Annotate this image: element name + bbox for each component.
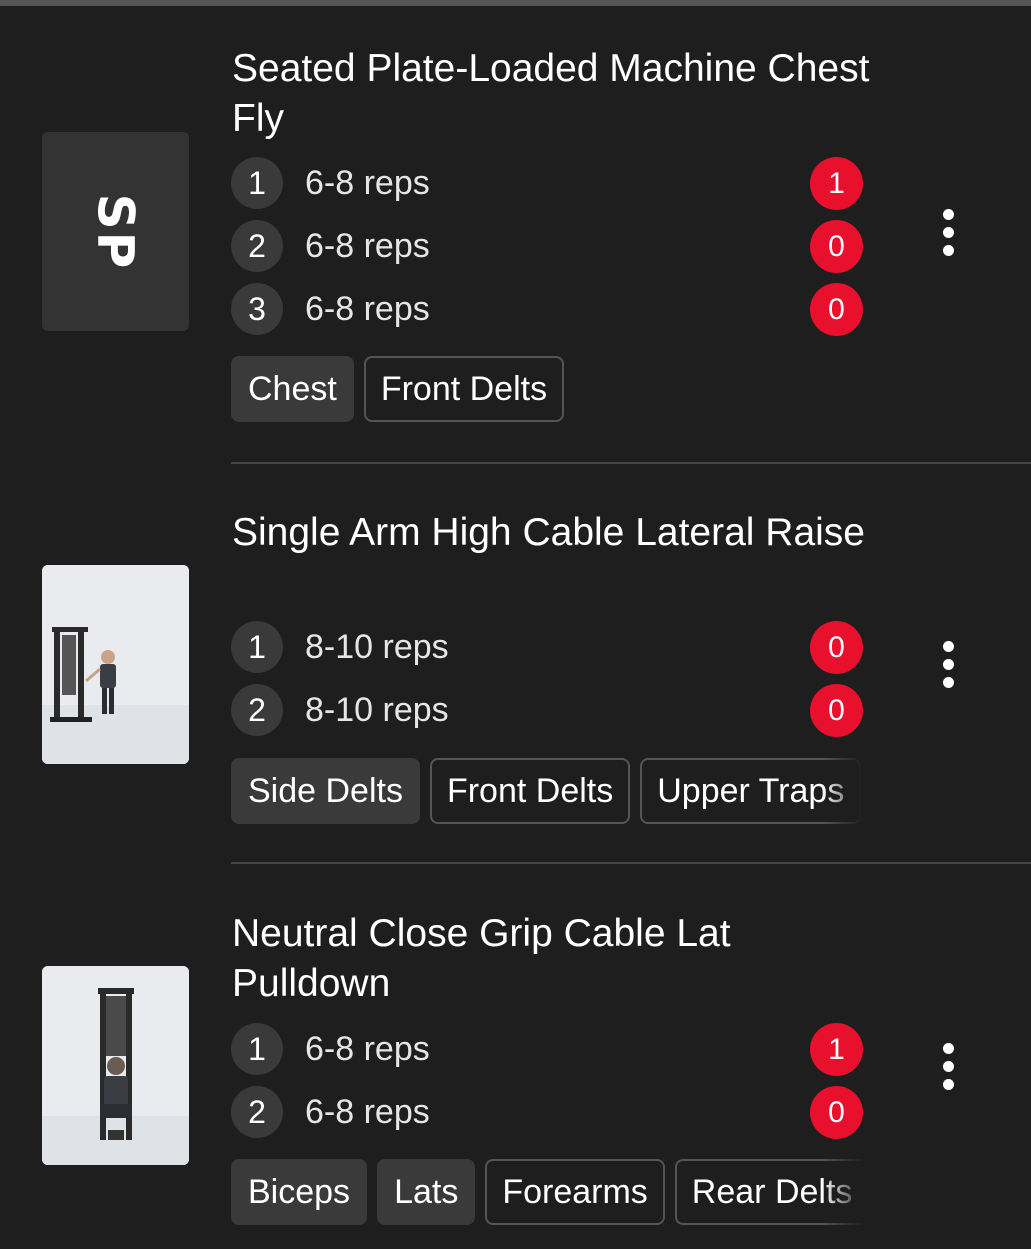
more-vertical-icon[interactable] — [926, 629, 970, 699]
set-reps: 6-8 reps — [305, 227, 430, 265]
set-number: 2 — [231, 220, 283, 272]
set-count-badge: 1 — [810, 1023, 863, 1076]
set-count-badge: 0 — [810, 621, 863, 674]
top-divider — [0, 0, 1031, 6]
set-count-badge: 0 — [810, 283, 863, 336]
set-number: 1 — [231, 1023, 283, 1075]
more-vertical-icon[interactable] — [926, 197, 970, 267]
set-number: 2 — [231, 684, 283, 736]
muscle-tag-secondary[interactable]: Forearms — [485, 1159, 665, 1225]
tags-fade — [823, 1159, 863, 1227]
set-number: 3 — [231, 283, 283, 335]
menu-dot — [942, 1078, 954, 1090]
menu-dot — [942, 676, 954, 688]
exercise-thumbnail[interactable] — [42, 565, 189, 764]
menu-dot — [942, 1042, 954, 1054]
set-reps: 6-8 reps — [305, 164, 430, 202]
set-count-badge: 1 — [810, 157, 863, 210]
exercise-divider — [231, 462, 1031, 464]
exercise-photo — [42, 565, 189, 764]
set-row[interactable]: 1 6-8 reps 1 — [231, 1023, 871, 1076]
set-reps: 6-8 reps — [305, 290, 430, 328]
exercise-title[interactable]: Neutral Close Grip Cable Lat Pulldown — [232, 909, 872, 1009]
menu-dot — [942, 640, 954, 652]
muscle-tag-primary[interactable]: Biceps — [231, 1159, 368, 1225]
set-reps: 8-10 reps — [305, 691, 449, 729]
muscle-tag-secondary[interactable]: Front Delts — [363, 356, 565, 422]
set-row[interactable]: 3 6-8 reps 0 — [231, 283, 871, 336]
menu-dot — [942, 1060, 954, 1072]
menu-dot — [942, 208, 954, 220]
set-reps: 8-10 reps — [305, 628, 449, 666]
exercise-photo — [42, 966, 189, 1165]
sp-logo-text: SP — [86, 193, 145, 270]
exercise-title[interactable]: Seated Plate-Loaded Machine Chest Fly — [232, 44, 872, 144]
set-row[interactable]: 1 8-10 reps 0 — [231, 621, 871, 674]
set-number: 1 — [231, 157, 283, 209]
muscle-tags: Chest Front Delts — [231, 356, 863, 424]
set-reps: 6-8 reps — [305, 1030, 430, 1068]
muscle-tag-secondary[interactable]: Front Delts — [429, 758, 631, 824]
muscle-tags: Side Delts Front Delts Upper Traps — [231, 758, 863, 826]
set-row[interactable]: 2 8-10 reps 0 — [231, 684, 871, 737]
set-count-badge: 0 — [810, 684, 863, 737]
set-row[interactable]: 1 6-8 reps 1 — [231, 157, 871, 210]
muscle-tags: Biceps Lats Forearms Rear Delts — [231, 1159, 863, 1227]
menu-dot — [942, 658, 954, 670]
muscle-tag-primary[interactable]: Lats — [377, 1159, 476, 1225]
set-reps: 6-8 reps — [305, 1093, 430, 1131]
sp-logo: SP — [42, 132, 189, 331]
set-row[interactable]: 2 6-8 reps 0 — [231, 1086, 871, 1139]
tags-fade — [823, 758, 863, 826]
muscle-tag-primary[interactable]: Side Delts — [231, 758, 420, 824]
set-row[interactable]: 2 6-8 reps 0 — [231, 220, 871, 273]
exercise-title[interactable]: Single Arm High Cable Lateral Raise — [232, 508, 872, 558]
more-vertical-icon[interactable] — [926, 1031, 970, 1101]
exercise-divider — [231, 862, 1031, 864]
set-number: 2 — [231, 1086, 283, 1138]
exercise-thumbnail[interactable]: SP — [42, 132, 189, 331]
exercise-thumbnail[interactable] — [42, 966, 189, 1165]
set-count-badge: 0 — [810, 1086, 863, 1139]
menu-dot — [942, 244, 954, 256]
set-count-badge: 0 — [810, 220, 863, 273]
menu-dot — [942, 226, 954, 238]
muscle-tag-primary[interactable]: Chest — [231, 356, 354, 422]
set-number: 1 — [231, 621, 283, 673]
